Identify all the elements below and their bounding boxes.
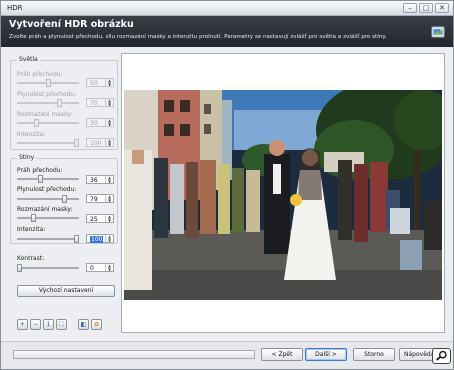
shadows-threshold-input[interactable]: 36 ▲ ▼ — [86, 175, 114, 184]
slider-thumb[interactable] — [17, 264, 22, 272]
shadows-blur-label: Rozmazání masky: — [17, 206, 73, 213]
shadows-blur-input[interactable]: 25 ▲ ▼ — [86, 214, 114, 223]
spin-arrows-icon[interactable]: ▲ ▼ — [105, 215, 113, 222]
spin-arrows-icon[interactable]: ▲ ▼ — [105, 264, 113, 271]
shadows-intensity-input[interactable]: 100 ▲ ▼ — [86, 234, 114, 243]
lights-smoothness-label: Plynulost přechodu: — [17, 91, 77, 98]
window-controls: – □ ✕ — [403, 3, 449, 13]
wizard-header: Vytvoření HDR obrázku Zvolte práh a plyn… — [1, 16, 453, 47]
shadows-blur-slider[interactable] — [17, 214, 79, 222]
lights-smoothness-slider[interactable] — [17, 99, 79, 107]
spin-arrows-icon[interactable]: ▲ ▼ — [105, 139, 113, 146]
maximize-button[interactable]: □ — [419, 3, 433, 13]
lights-threshold-input[interactable]: 50 ▲ ▼ — [86, 78, 114, 87]
zoom-out-icon[interactable]: − — [30, 319, 41, 330]
lights-blur-slider[interactable] — [17, 119, 79, 127]
contrast-slider[interactable] — [17, 264, 79, 272]
contrast-input[interactable]: 0 ▲ ▼ — [86, 263, 114, 272]
lights-intensity-input[interactable]: 100 ▲ ▼ — [86, 138, 114, 147]
fit-to-window-icon[interactable]: ⛶ — [56, 319, 67, 330]
slider-thumb[interactable] — [56, 99, 62, 107]
spin-arrows-icon[interactable]: ▲ ▼ — [105, 119, 113, 126]
lights-intensity-label: Intenzita: — [17, 131, 46, 138]
wizard-subtitle: Zvolte práh a plynulost přechodu, sílu r… — [9, 34, 387, 40]
cancel-button[interactable]: Storno — [353, 348, 395, 361]
zoom-magnifier-icon[interactable] — [432, 348, 451, 364]
shadows-threshold-slider[interactable] — [17, 175, 79, 183]
shadows-threshold-label: Práh přechodu: — [17, 167, 63, 174]
hdr-tool-icon — [431, 26, 445, 38]
progress-bar — [13, 350, 255, 359]
slider-thumb[interactable] — [74, 139, 79, 147]
lights-smoothness-input[interactable]: 70 ▲ ▼ — [86, 98, 114, 107]
slider-thumb[interactable] — [34, 119, 40, 127]
preview-area — [121, 53, 445, 333]
slider-thumb[interactable] — [31, 214, 37, 222]
settings-panel: Světla Práh přechodu: 50 ▲ ▼ Plynulost př… — [7, 51, 119, 341]
shadows-smoothness-input[interactable]: 79 ▲ ▼ — [86, 194, 114, 203]
close-button[interactable]: ✕ — [435, 3, 449, 13]
slider-thumb[interactable] — [45, 79, 51, 87]
next-button[interactable]: Další > — [305, 348, 347, 361]
spin-arrows-icon[interactable]: ▲ ▼ — [105, 99, 113, 106]
spin-arrows-icon[interactable]: ▲ ▼ — [105, 79, 113, 86]
lights-intensity-slider[interactable] — [17, 139, 79, 147]
spin-arrows-icon[interactable]: ▲ ▼ — [105, 235, 113, 242]
slider-thumb[interactable] — [62, 195, 68, 203]
preview-toolbar: + − 1 ⛶ ◧ ✿ — [17, 319, 102, 331]
shadows-intensity-label: Intenzita: — [17, 226, 46, 233]
spin-arrows-icon[interactable]: ▲ ▼ — [105, 195, 113, 202]
shadows-group-title: Stíny — [17, 154, 37, 161]
shadows-smoothness-slider[interactable] — [17, 195, 79, 203]
window-title: HDR — [7, 4, 23, 12]
minimize-button[interactable]: – — [403, 3, 417, 13]
lights-threshold-slider[interactable] — [17, 79, 79, 87]
lights-blur-input[interactable]: 30 ▲ ▼ — [86, 118, 114, 127]
wizard-title: Vytvoření HDR obrázku — [9, 19, 134, 30]
slider-thumb[interactable] — [74, 235, 79, 243]
wizard-footer: < Zpět Další > Storno Nápověda — [1, 341, 453, 369]
title-bar[interactable]: HDR – □ ✕ — [1, 1, 453, 16]
actual-size-icon[interactable]: 1 — [43, 319, 54, 330]
spin-arrows-icon[interactable]: ▲ ▼ — [105, 176, 113, 183]
zoom-in-icon[interactable]: + — [17, 319, 28, 330]
back-button[interactable]: < Zpět — [261, 348, 303, 361]
lights-threshold-label: Práh přechodu: — [17, 71, 63, 78]
reset-defaults-button[interactable]: Výchozí nastavení — [17, 285, 115, 297]
settings-icon[interactable]: ✿ — [91, 319, 102, 330]
contrast-label: Kontrast: — [17, 255, 45, 262]
lights-group-title: Světla — [17, 56, 40, 63]
preview-image[interactable] — [124, 90, 442, 300]
slider-thumb[interactable] — [37, 175, 43, 183]
shadows-intensity-slider[interactable] — [17, 235, 79, 243]
compare-icon[interactable]: ◧ — [78, 319, 89, 330]
lights-blur-label: Rozmazání masky: — [17, 111, 73, 118]
shadows-smoothness-label: Plynulost přechodu: — [17, 186, 77, 193]
hdr-dialog-window: HDR – □ ✕ Vytvoření HDR obrázku Zvolte p… — [0, 0, 454, 370]
